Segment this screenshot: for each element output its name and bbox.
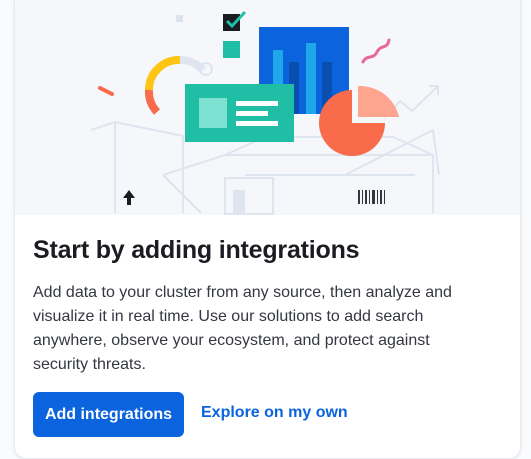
add-integrations-button[interactable]: Add integrations: [33, 392, 184, 437]
explore-on-my-own-link[interactable]: Explore on my own: [201, 404, 348, 422]
document-card-icon: [185, 84, 294, 142]
card-description: Add data to your cluster from any source…: [33, 284, 452, 373]
hero-illustration: [15, 0, 520, 215]
upload-arrow-icon: [123, 190, 135, 205]
checklist-icon: [223, 10, 247, 58]
integrations-card: Start by adding integrations Add data to…: [14, 0, 521, 459]
card-title: Start by adding integrations: [33, 236, 360, 264]
barcode-icon: [358, 190, 385, 204]
integrations-illustration: [90, 10, 440, 215]
